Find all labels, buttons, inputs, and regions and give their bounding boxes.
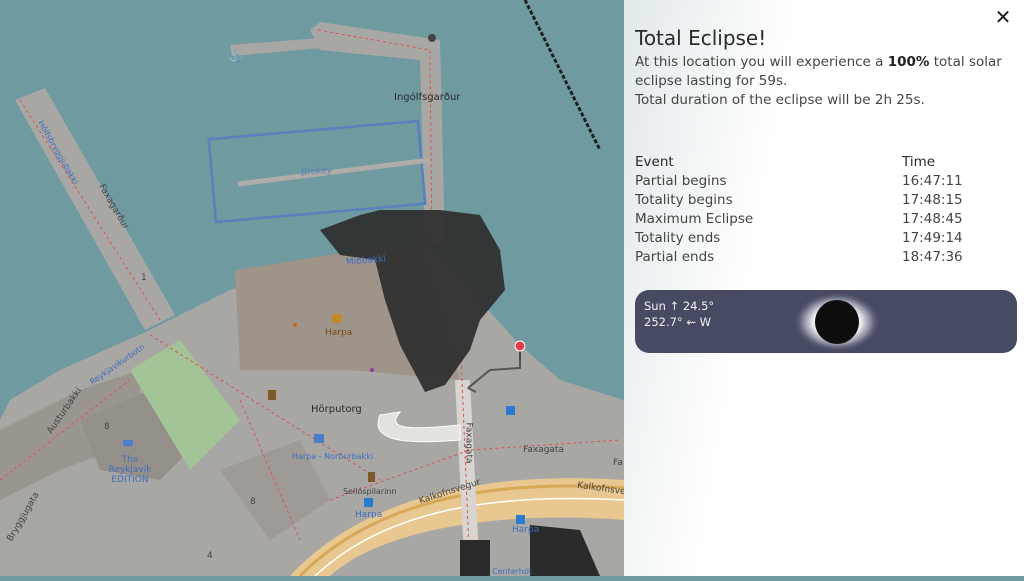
map-label-harpa: Harpa [325,328,353,338]
event-name: Partial ends [635,249,715,265]
event-time: 17:49:14 [902,230,963,246]
event-time: 18:47:36 [902,249,963,265]
map-label-centerhotel: Centerhót [492,567,532,576]
desc-duration: Total duration of the eclipse will be 2h… [635,92,925,108]
sun-azimuth: 252.7° ⇜ W [644,315,711,329]
sun-position-card: Sun ↑ 24.5° 252.7° ⇜ W [635,290,1017,353]
map-label-faxagata-arrow: Faxagata [523,445,564,455]
map-label-harpa-nordur: Harpa - Norðurbakki [292,452,374,461]
event-row: Maximum Eclipse 17:48:45 [635,210,1015,229]
event-name: Totality begins [635,192,733,208]
map-label-num8b: 8 [250,497,256,507]
eclipse-title: Total Eclipse! [635,26,767,50]
event-name: Totality ends [635,230,721,246]
map-label-fa: Fa [613,458,623,468]
event-name: Partial begins [635,173,727,189]
events-table: Event Time Partial begins 16:47:11 Total… [635,153,1015,267]
event-row: Totality ends 17:49:14 [635,229,1015,248]
event-time: 17:48:15 [902,192,963,208]
map-label-horputorg: Hörputorg [311,404,362,415]
map-label-num8: 8 [104,422,110,432]
map-label-faxagata: Faxagata [463,422,474,464]
map-label-harpa-bus2: Harpa [512,525,540,535]
map-label-num1: 1 [141,273,147,283]
event-row: Partial begins 16:47:11 [635,172,1015,191]
desc-percentage: 100% [887,54,930,70]
events-header-time: Time [902,154,936,170]
close-icon: ✕ [994,5,1012,29]
map-label-ingolfsgardur: Ingólfsgarður [394,92,461,103]
event-row: Totality begins 17:48:15 [635,191,1015,210]
svg-text:⚓: ⚓ [228,49,243,63]
eclipse-description: At this location you will experience a 1… [635,53,1016,110]
event-time: 17:48:45 [902,211,963,227]
event-name: Maximum Eclipse [635,211,754,227]
close-button[interactable]: ✕ [992,6,1014,28]
map-label-reykjavik-edition: The Reykjavík EDITION [108,455,152,485]
sun-altitude: Sun ↑ 24.5° [644,299,715,313]
events-header-event: Event [635,154,674,170]
eclipse-info-panel: ✕ Total Eclipse! At this location you wi… [624,0,1024,576]
event-time: 16:47:11 [902,173,963,189]
map-label-num4: 4 [207,551,213,561]
map-label-sellosplan: Sellóspilarinn [343,487,397,496]
eclipse-sun-icon [793,292,881,352]
map-label-harpa-bus: Harpa [355,510,383,520]
event-row: Partial ends 18:47:36 [635,248,1015,267]
events-header: Event Time [635,153,1015,172]
desc-prefix: At this location you will experience a [635,54,888,70]
